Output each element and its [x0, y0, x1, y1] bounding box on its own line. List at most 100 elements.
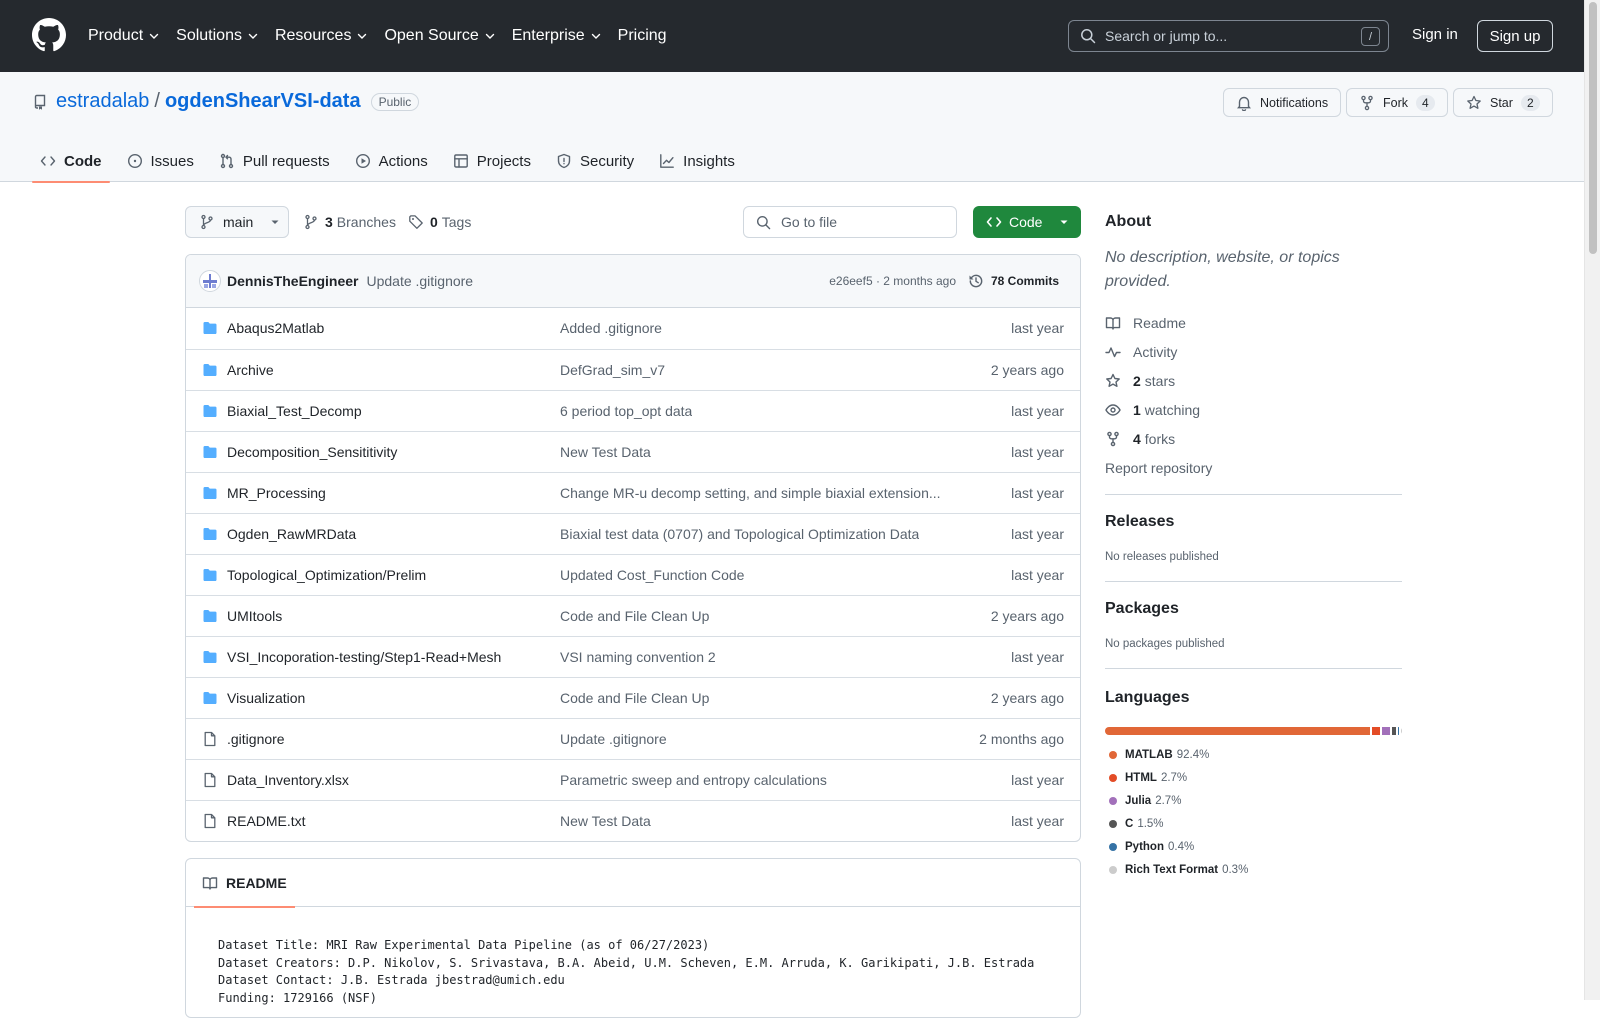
file-row: .gitignore Update .gitignore 2 months ago [186, 718, 1080, 759]
eye-icon [1105, 403, 1121, 416]
file-commit-message-link[interactable]: Change MR-u decomp setting, and simple b… [560, 485, 941, 501]
file-name-link[interactable]: Abaqus2Matlab [227, 320, 324, 336]
latest-commit-bar: DennisTheEngineer Update .gitignore e26e… [186, 255, 1080, 308]
file-name-link[interactable]: Ogden_RawMRData [227, 526, 356, 542]
star-count: 2 [1520, 94, 1540, 111]
page-scrollbar[interactable] [1584, 0, 1600, 1000]
language-item[interactable]: C 1.5% [1105, 812, 1255, 835]
tab-label: Issues [150, 152, 194, 170]
branches-link[interactable]: 3 Branches [319, 214, 396, 230]
file-name-link[interactable]: Topological_Optimization/Prelim [227, 567, 426, 583]
language-bar-segment [1105, 727, 1371, 735]
nav-product[interactable]: Product [88, 27, 160, 45]
nav-pricing[interactable]: Pricing [618, 27, 667, 45]
file-name-link[interactable]: .gitignore [227, 731, 285, 747]
language-item[interactable]: Julia 2.7% [1105, 789, 1229, 812]
go-to-file-input[interactable]: Go to file [743, 206, 957, 238]
file-commit-message-link[interactable]: Updated Cost_Function Code [560, 567, 744, 583]
file-name-link[interactable]: Data_Inventory.xlsx [227, 772, 349, 788]
releases-heading[interactable]: Releases [1105, 513, 1402, 531]
fork-button[interactable]: Fork 4 [1346, 88, 1448, 117]
language-item[interactable]: HTML 2.7% [1105, 766, 1255, 789]
packages-heading[interactable]: Packages [1105, 600, 1402, 618]
tab-label: Projects [476, 152, 531, 170]
language-name: Rich Text Format [1125, 863, 1219, 876]
sidebar-link-activity[interactable]: Activity [1105, 337, 1402, 366]
file-commit-message-link[interactable]: Code and File Clean Up [560, 608, 709, 624]
sign-in-link[interactable]: Sign in [1412, 26, 1458, 43]
readme-tab[interactable]: README [194, 859, 295, 908]
file-commit-message-link[interactable]: Added .gitignore [560, 320, 662, 336]
report-repository-link[interactable]: Report repository [1105, 453, 1402, 482]
packages-empty-text: No packages published [1105, 638, 1225, 650]
branch-select-button[interactable]: main [185, 206, 289, 238]
repo-name-link[interactable]: ogdenShearVSI-data [165, 90, 361, 113]
file-commit-message-link[interactable]: Update .gitignore [560, 731, 667, 747]
tab-issues[interactable]: Issues [119, 140, 202, 182]
language-percent: 0.3% [1222, 863, 1249, 876]
tab-pull-requests[interactable]: Pull requests [211, 140, 338, 182]
book-icon [1105, 316, 1121, 330]
tab-code[interactable]: Code [32, 140, 110, 183]
fork-count: 4 [1416, 94, 1435, 111]
search-input[interactable]: Search or jump to... / [1068, 20, 1389, 52]
sidebar-link-count: 4 [1133, 430, 1141, 447]
sign-up-button[interactable]: Sign up [1477, 20, 1553, 52]
language-percent: 2.7% [1160, 771, 1188, 784]
language-item[interactable]: Rich Text Format 0.3% [1105, 858, 1255, 881]
commits-link[interactable]: 78 Commits [968, 273, 1059, 289]
repo-owner-link[interactable]: estradalab [56, 90, 149, 113]
file-commit-message-link[interactable]: New Test Data [560, 813, 651, 829]
file-commit-message-link[interactable]: 6 period top_opt data [560, 403, 692, 419]
sidebar-link-stars[interactable]: 2 stars [1105, 366, 1402, 395]
tab-insights[interactable]: Insights [651, 140, 743, 182]
file-name-link[interactable]: Archive [227, 362, 274, 378]
file-name-link[interactable]: README.txt [227, 813, 306, 829]
branch-icon [201, 214, 213, 230]
notifications-button[interactable]: Notifications [1223, 88, 1342, 117]
file-commit-message-link[interactable]: VSI naming convention 2 [560, 649, 716, 665]
chevron-down-icon [485, 33, 494, 39]
file-name-link[interactable]: MR_Processing [227, 485, 326, 501]
nav-label: Solutions [176, 27, 242, 44]
sidebar-link-readme[interactable]: Readme [1105, 308, 1402, 337]
file-row: Archive DefGrad_sim_v7 2 years ago [186, 349, 1080, 390]
file-name-link[interactable]: VSI_Incoporation-testing/Step1-Read+Mesh [227, 649, 501, 665]
commit-meta[interactable]: e26eef5 · 2 months ago [829, 274, 956, 288]
nav-enterprise[interactable]: Enterprise [512, 27, 602, 45]
star-button[interactable]: Star 2 [1453, 88, 1553, 117]
sidebar-link-forks[interactable]: 4 forks [1105, 424, 1402, 453]
language-item[interactable]: MATLAB 92.4% [1105, 743, 1229, 766]
file-name-link[interactable]: Biaxial_Test_Decomp [227, 403, 362, 419]
branches-count: 3 [325, 214, 333, 230]
file-commit-message-link[interactable]: Code and File Clean Up [560, 690, 709, 706]
nav-open-source[interactable]: Open Source [384, 27, 495, 45]
tab-projects[interactable]: Projects [445, 140, 539, 182]
search-icon [756, 215, 771, 229]
file-row: Biaxial_Test_Decomp 6 period top_opt data… [186, 390, 1080, 431]
tags-link[interactable]: 0 Tags [424, 214, 471, 230]
file-commit-message-link[interactable]: Biaxial test data (0707) and Topological… [560, 526, 919, 542]
author-avatar[interactable] [199, 270, 221, 292]
language-name: Python [1125, 840, 1164, 853]
file-commit-message-link[interactable]: Parametric sweep and entropy calculation… [560, 772, 827, 788]
nav-label: Open Source [384, 27, 479, 44]
nav-solutions[interactable]: Solutions [176, 27, 259, 45]
language-item[interactable]: Python 0.4% [1105, 835, 1229, 858]
tab-actions[interactable]: Actions [347, 140, 436, 182]
commit-author-link[interactable]: DennisTheEngineer [227, 273, 358, 289]
github-logo-icon[interactable] [32, 18, 66, 52]
commit-message-link[interactable]: Update .gitignore [366, 273, 473, 289]
file-commit-message-link[interactable]: New Test Data [560, 444, 651, 460]
file-name-link[interactable]: Visualization [227, 690, 305, 706]
scrollbar-thumb[interactable] [1589, 2, 1597, 254]
shield-icon [557, 153, 571, 169]
tab-security[interactable]: Security [548, 140, 642, 182]
table-icon [453, 154, 468, 168]
file-commit-message-link[interactable]: DefGrad_sim_v7 [560, 362, 665, 378]
nav-resources[interactable]: Resources [275, 27, 368, 45]
file-name-link[interactable]: UMItools [227, 608, 282, 624]
sidebar-link-watching[interactable]: 1 watching [1105, 395, 1402, 424]
file-name-link[interactable]: Decomposition_Sensititivity [227, 444, 397, 460]
code-dropdown-button[interactable]: Code [973, 206, 1081, 238]
